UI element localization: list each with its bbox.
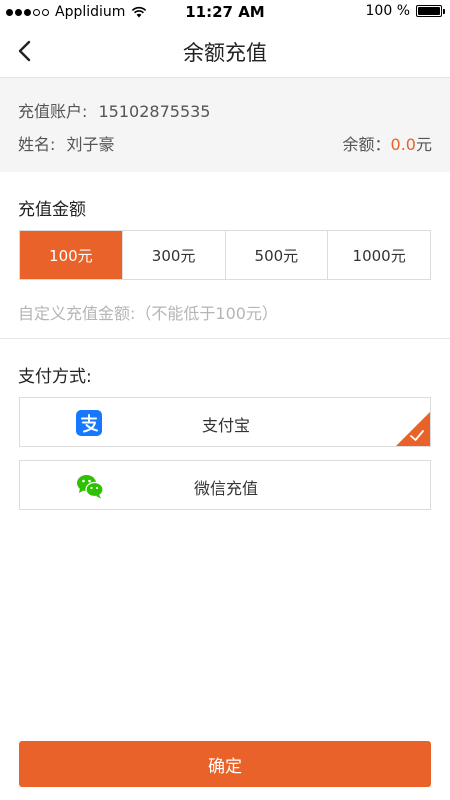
status-right: 100 % [365,3,445,19]
balance-label: 余额： [342,135,391,154]
payment-option-wechat[interactable]: 微信充值 [19,460,431,510]
battery-icon [416,5,445,17]
amount-section-title: 充值金额 [18,200,86,220]
balance-value: 0.0 [390,135,416,154]
account-number-row: 充值账户: 15102875535 [18,98,210,122]
payment-option-alipay[interactable]: 支付宝 [19,397,431,447]
account-info: 充值账户: 15102875535 姓名: 刘子豪 余额：0.0元 [0,78,450,172]
balance-unit: 元 [415,135,432,154]
amount-option-100[interactable]: 100元 [20,231,123,279]
wechat-label: 微信充值 [193,479,258,498]
name-label: 姓名: [18,135,56,154]
page-title: 余额充值 [183,41,267,65]
amount-options: 100元 300元 500元 1000元 [19,230,431,280]
custom-amount-input[interactable] [18,304,430,323]
battery-percent: 100 % [365,3,410,19]
confirm-button[interactable]: 确定 [19,741,431,787]
name-value: 刘子豪 [66,135,115,154]
selected-check-icon [396,412,430,446]
alipay-label: 支付宝 [201,416,250,435]
status-bar: Applidium 11:27 AM 100 % [0,0,450,24]
amount-option-500[interactable]: 500元 [226,231,329,279]
nav-bar: 余额充值 [0,24,450,78]
amount-option-300[interactable]: 300元 [123,231,226,279]
balance: 余额：0.0元 [343,131,432,155]
account-value: 15102875535 [98,102,211,121]
name-row: 姓名: 刘子豪 [18,131,115,155]
divider [0,338,450,339]
amount-option-1000[interactable]: 1000元 [328,231,430,279]
account-label: 充值账户: [18,102,88,121]
payment-section-title: 支付方式: [18,367,92,387]
